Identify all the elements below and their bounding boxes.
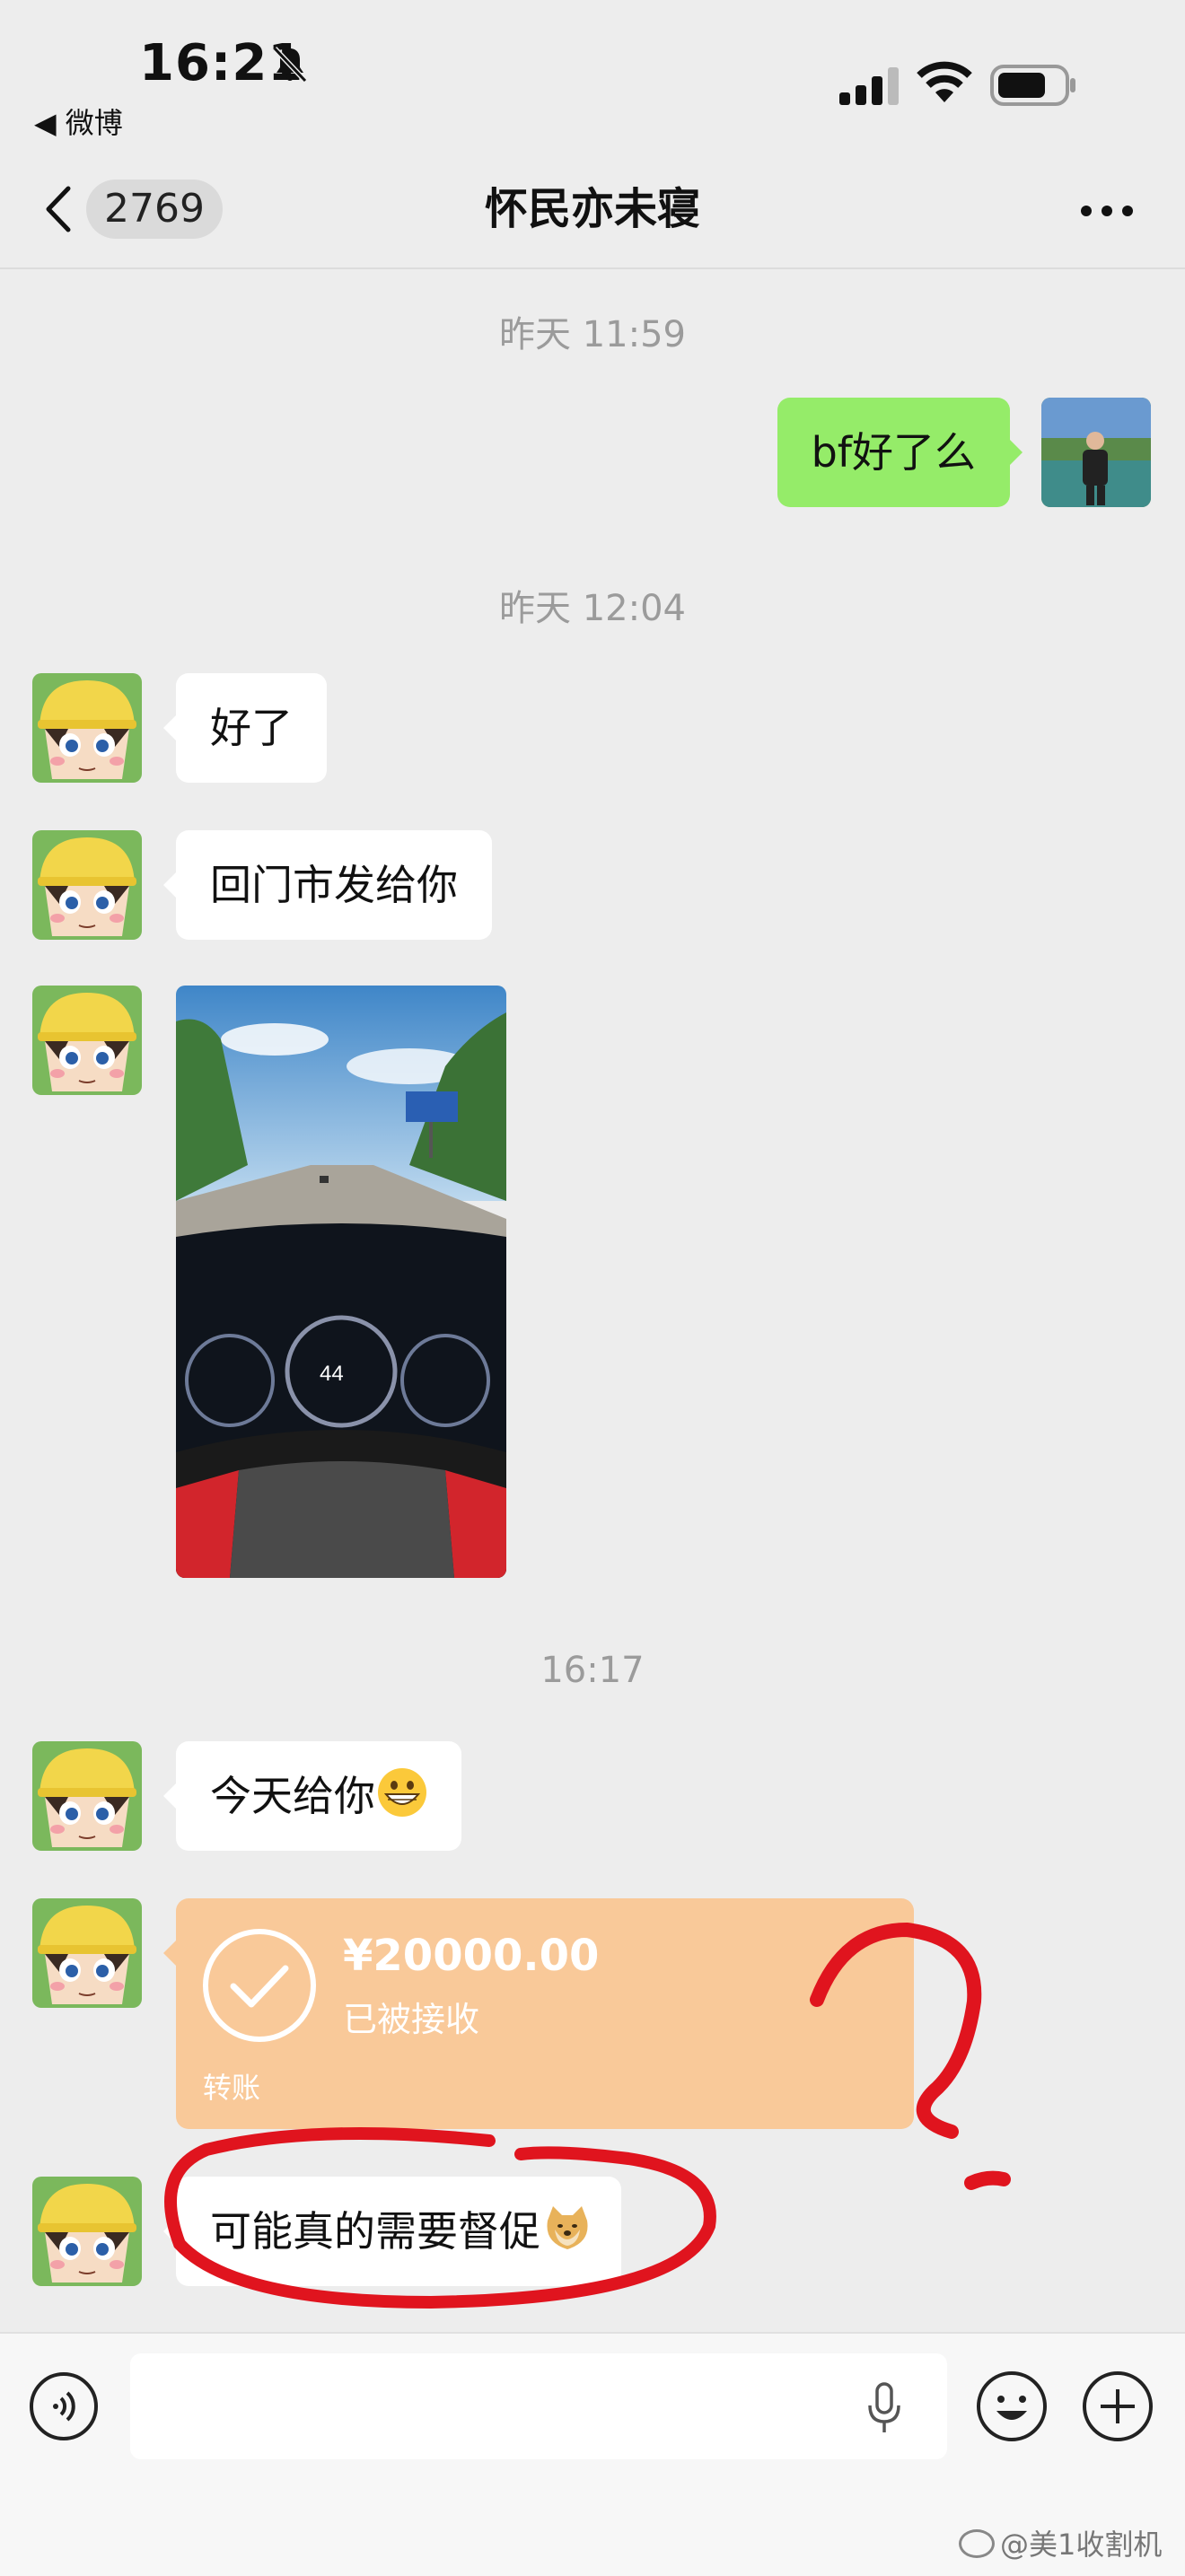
transfer-card[interactable]: ¥20000.00 已被接收 转账 xyxy=(163,1898,914,2129)
watermark-text: @美1收割机 xyxy=(1000,2528,1163,2562)
cartoon-boy-avatar-image xyxy=(32,2177,142,2286)
transfer-status: 已被接收 xyxy=(343,2000,480,2039)
more-options-icon[interactable] xyxy=(1077,202,1137,220)
cartoon-boy-avatar-image xyxy=(32,830,142,940)
weibo-watermark: @美1收割机 xyxy=(959,2522,1162,2563)
message-bubble-incoming[interactable]: 可能真的需要督促 xyxy=(163,2177,621,2286)
message-text: 可能真的需要督促 xyxy=(210,2207,540,2256)
back-to-app-link[interactable]: ◀ 微博 xyxy=(34,101,123,142)
message-bubble-outgoing[interactable]: bf好了么 xyxy=(777,398,1023,507)
message-bubble-incoming[interactable]: 好了 xyxy=(163,673,327,783)
transfer-amount: ¥20000.00 xyxy=(343,1931,600,1981)
check-circle-icon xyxy=(203,1929,316,2042)
contact-avatar[interactable] xyxy=(32,830,142,940)
microphone-icon[interactable] xyxy=(866,2382,902,2434)
message-input[interactable] xyxy=(130,2353,947,2459)
contact-avatar[interactable] xyxy=(32,986,142,1095)
status-bar: 16:21 ◀ 微博 xyxy=(0,0,1185,153)
my-avatar[interactable] xyxy=(1041,398,1151,507)
cartoon-boy-avatar-image xyxy=(32,1898,142,2008)
timestamp: 昨天 11:59 xyxy=(499,314,686,355)
unread-count-badge[interactable]: 2769 xyxy=(86,180,223,239)
contact-avatar[interactable] xyxy=(32,673,142,783)
emoji-picker-icon[interactable] xyxy=(975,2370,1049,2443)
cartoon-boy-avatar-image xyxy=(32,986,142,1095)
chat-header: 怀民亦未寝 2769 xyxy=(0,153,1185,269)
cartoon-boy-avatar-image xyxy=(32,1741,142,1851)
contact-avatar[interactable] xyxy=(32,1741,142,1851)
message-bubble-incoming[interactable]: 今天给你 xyxy=(163,1741,461,1851)
weibo-logo-icon xyxy=(959,2529,995,2558)
photo-avatar-image xyxy=(1041,398,1151,507)
message-bubble-incoming[interactable]: 回门市发给你 xyxy=(163,830,492,940)
contact-avatar[interactable] xyxy=(32,1898,142,2008)
wifi-icon xyxy=(917,61,972,102)
transfer-label: 转账 xyxy=(203,2071,261,2105)
video-message-thumbnail[interactable]: 44 xyxy=(176,986,506,1578)
back-chevron-icon[interactable] xyxy=(36,180,90,239)
timestamp: 16:17 xyxy=(540,1650,645,1691)
battery-icon xyxy=(990,65,1075,106)
message-text: 今天给你 xyxy=(210,1772,375,1820)
contact-avatar[interactable] xyxy=(32,2177,142,2286)
doge-emoji-icon xyxy=(547,2206,588,2249)
cellular-signal-icon xyxy=(839,67,899,105)
cartoon-boy-avatar-image xyxy=(32,673,142,783)
grinning-face-emoji-icon xyxy=(378,1768,426,1817)
add-more-icon[interactable] xyxy=(1081,2370,1154,2443)
car-dashboard-photo: 44 xyxy=(176,986,506,1578)
svg-text:44: 44 xyxy=(320,1362,344,1386)
voice-mode-icon[interactable] xyxy=(29,2371,99,2441)
timestamp: 昨天 12:04 xyxy=(499,588,686,629)
mute-bell-icon xyxy=(272,46,308,83)
